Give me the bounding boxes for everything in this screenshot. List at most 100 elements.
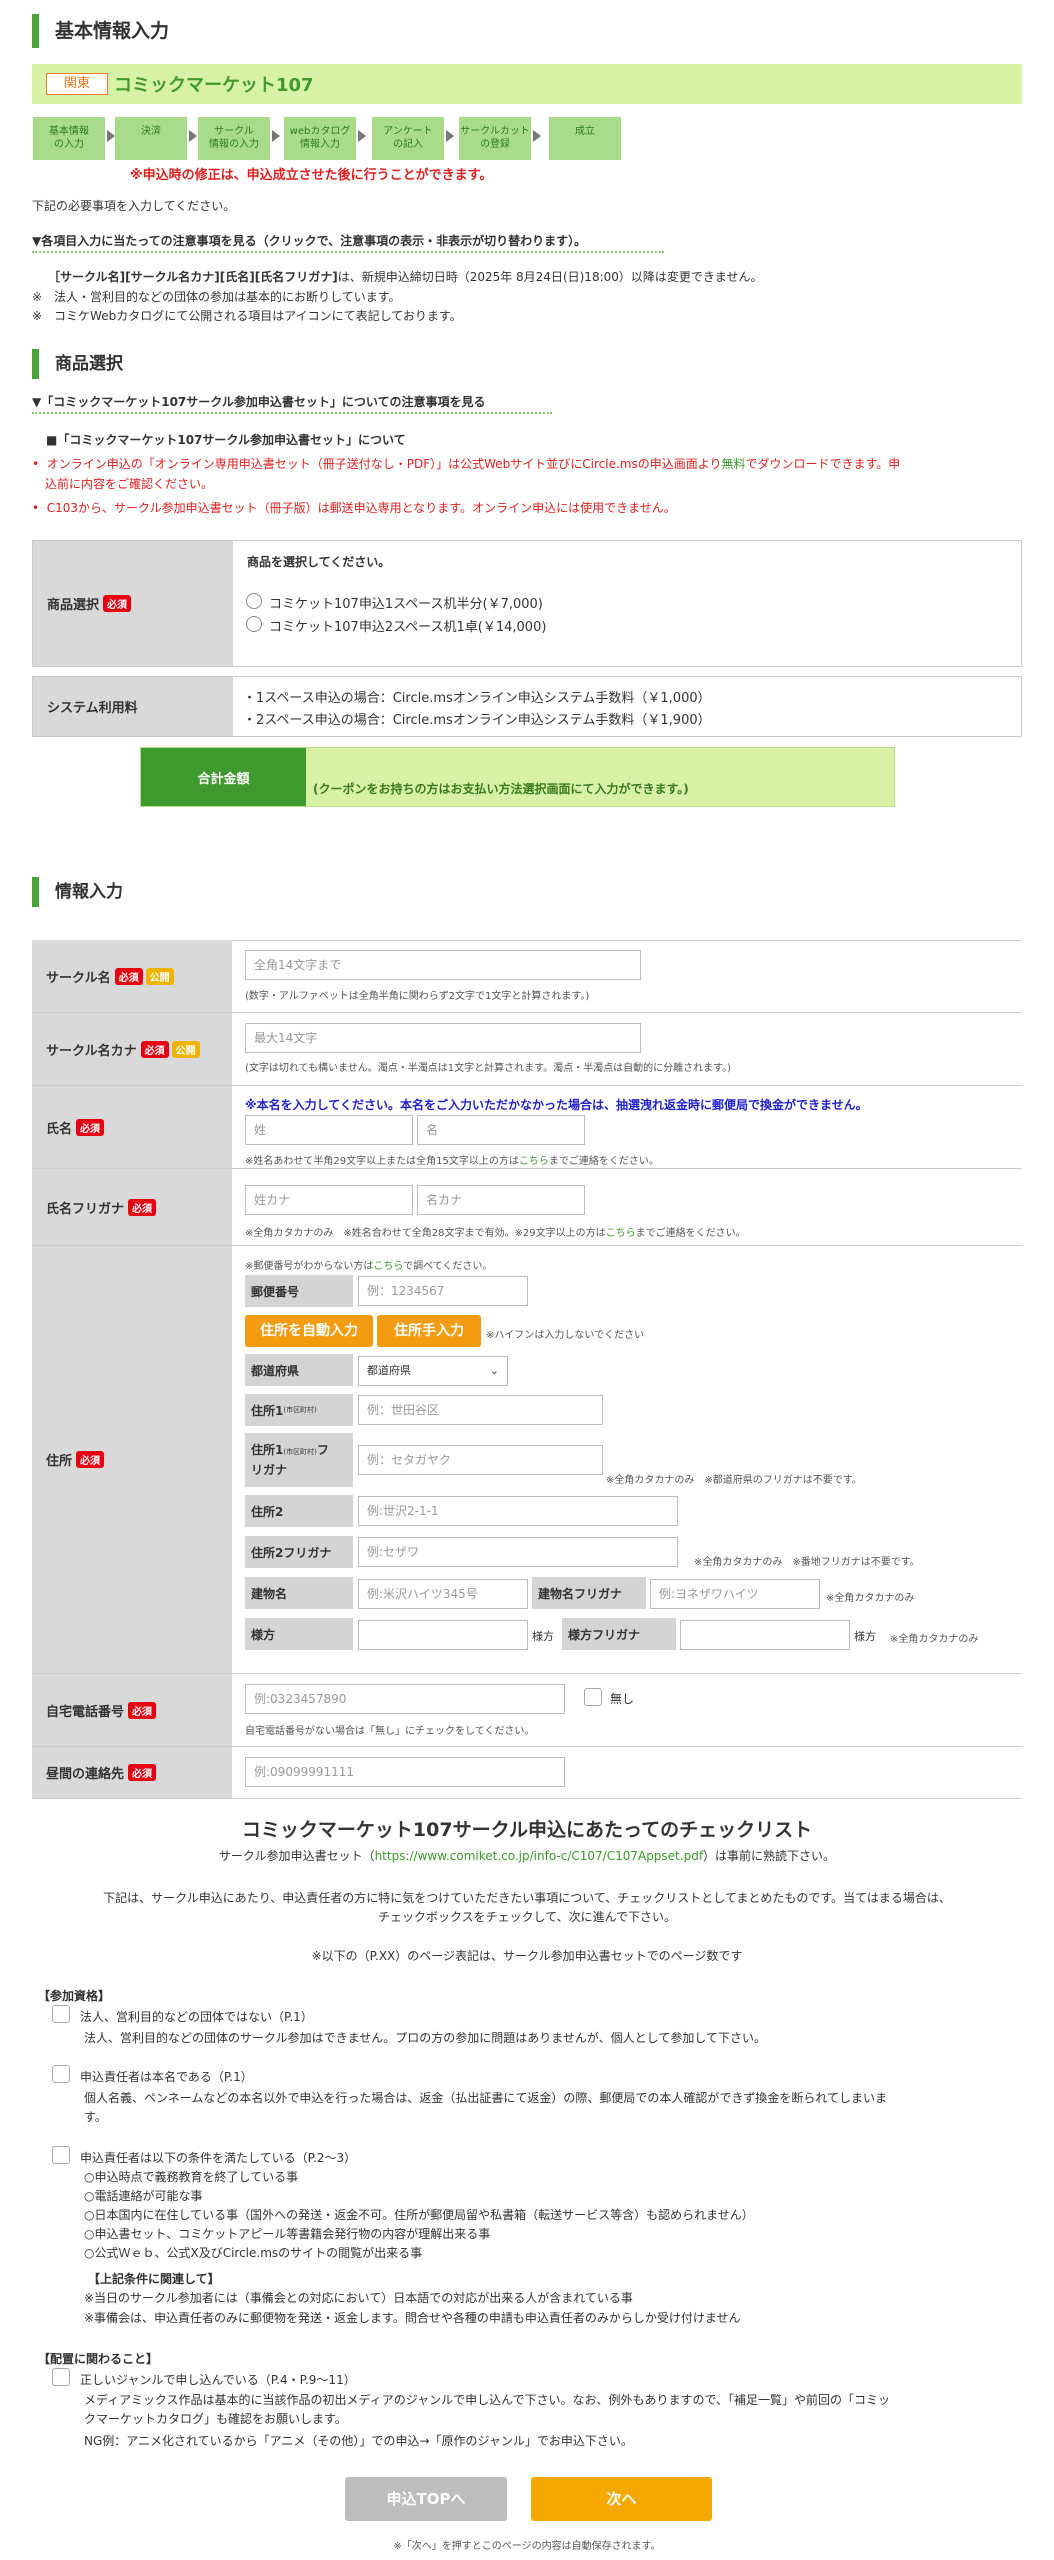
auto-address-button[interactable]: 住所を自動入力 [245, 1315, 373, 1347]
last-name-input[interactable]: 姓 [245, 1115, 413, 1145]
step-arrow-icon [533, 130, 541, 142]
first-name-input[interactable]: 名 [417, 1115, 585, 1145]
building-kana-input[interactable]: 例:ヨネザワハイツ [650, 1579, 820, 1609]
condition-item: ○電話連絡が可能な事 [84, 2189, 203, 2203]
name-note: ※姓名あわせて半角29文字以上または全角15文字以上の方はこちらまでご連絡をくだ… [245, 1156, 659, 1167]
product-select-label: 商品選択 必須 [33, 541, 233, 666]
check-corporate[interactable] [52, 2005, 70, 2023]
zip-input[interactable]: 例：1234567 [358, 1276, 528, 1306]
check-conditions-sub: 【上記条件に関連して】 [88, 2272, 220, 2286]
care-of-kana-note: ※全角カタカナのみ [890, 1634, 979, 1645]
notes-line2: ※ 法人・営利目的などの団体の参加は基本的にお断りしています。 [32, 290, 401, 304]
furigana-row: 氏名フリガナ 必須 姓カナ 名カナ ※全角カタカナのみ ※姓名合わせて全角28文字… [32, 1169, 1022, 1246]
check-genre-body1: メディアミックス作品は基本的に当該作品の初出メディアのジャンルで申し込んで下さい… [84, 2393, 891, 2407]
check-genre-body2: クマーケットカタログ」も確認をお願いします。 [84, 2412, 347, 2426]
total-row: 合計金額 (クーポンをお持ちの方はお支払い方法選択画面にて入力ができます。) [140, 747, 895, 807]
autosave-note: ※「次へ」を押すとこのページの内容は自動保存されます。 [393, 2541, 661, 2552]
apply-top-button[interactable]: 申込TOPへ [345, 2477, 507, 2521]
furigana-label: 氏名フリガナ 必須 [32, 1169, 232, 1245]
prefecture-select[interactable]: 都道府県 ⌄ [358, 1356, 508, 1386]
checklist-section1: 【参加資格】 [38, 1989, 111, 2003]
checklist-subtitle: サークル参加申込書セット（https://www.comiket.co.jp/i… [218, 1849, 836, 1863]
circle-kana-input[interactable]: 最大14文字 [245, 1023, 641, 1053]
system-fee-1: ・1スペース申込の場合：Circle.msオンライン申込システム手数料（￥1,0… [243, 691, 711, 706]
checklist-desc2: チェックボックスをチェックして、次に進んで下さい。 [377, 1910, 677, 1924]
check-genre[interactable] [52, 2368, 70, 2386]
total-note: (クーポンをお持ちの方はお支払い方法選択画面にて入力ができます。) [313, 782, 689, 796]
building-input[interactable]: 例:米沢ハイツ345号 [358, 1579, 528, 1609]
name-label: 氏名 必須 [32, 1086, 232, 1168]
day-contact-row: 昼間の連絡先 必須 例:09099991111 [32, 1747, 1022, 1799]
system-fee-label: システム利用料 [33, 677, 233, 736]
zip-lookup-note: ※郵便番号がわからない方はこちらで調べてください。 [245, 1261, 493, 1272]
hyphen-note: ※ハイフンは入力しないでください [486, 1330, 645, 1341]
day-contact-label: 昼間の連絡先 必須 [32, 1747, 232, 1798]
product-box-title: ■「コミックマーケット107サークル参加申込書セット」について [46, 433, 406, 447]
care-of-kana-input[interactable] [680, 1620, 850, 1650]
day-contact-input[interactable]: 例:09099991111 [245, 1757, 565, 1787]
check-real-name-title: 申込責任者は本名である（P.1） [80, 2070, 253, 2084]
name-contact-link[interactable]: こちら [519, 1156, 549, 1167]
product-option2-radio[interactable] [246, 616, 262, 632]
address2-input[interactable]: 例:世沢2-1-1 [358, 1496, 678, 1526]
step-1: 基本情報 の入力 [33, 117, 105, 160]
step-arrow-icon [446, 130, 454, 142]
notes-line1: ［サークル名][サークル名カナ][氏名][氏名フリガナ]は、新規申込締切日時（2… [48, 270, 763, 284]
name-row: 氏名 必須 ※本名を入力してください。本名をご入力いただかなかった場合は、抽選洩れ… [32, 1086, 1022, 1169]
check-real-name[interactable] [52, 2065, 70, 2083]
checklist-title: コミックマーケット107サークル申込にあたってのチェックリスト [241, 1819, 813, 1841]
zip-label: 郵便番号 [245, 1275, 353, 1307]
address2-kana-input[interactable]: 例:セザワ [358, 1537, 678, 1567]
step-arrow-icon [358, 130, 366, 142]
care-of-kana-label: 様方フリガナ [562, 1618, 676, 1650]
address1-label: 住所1 (市区町村) [245, 1394, 353, 1426]
care-of-input[interactable] [358, 1620, 528, 1650]
home-phone-input[interactable]: 例:0323457890 [245, 1684, 565, 1714]
checklist-section2: 【配置に関わること】 [38, 2352, 159, 2366]
caution-toggle[interactable]: ▼各項目入力に当たっての注意事項を見る（クリックで、注意事項の表示・非表示が切り… [32, 232, 586, 249]
next-button[interactable]: 次へ [531, 2477, 712, 2521]
step-arrow-icon [272, 130, 280, 142]
no-home-phone-checkbox[interactable] [584, 1688, 602, 1706]
check-conditions-title: 申込責任者は以下の条件を満たしている（P.2～3） [80, 2151, 357, 2165]
care-of-label: 様方 [245, 1618, 353, 1650]
circle-name-note: (数字・アルファベットは全角半角に関わらず2文字で1文字と計算されます。) [245, 991, 590, 1002]
address1-input[interactable]: 例：世田谷区 [358, 1395, 603, 1425]
info-heading: 情報入力 [32, 877, 1022, 907]
last-kana-input[interactable]: 姓カナ [245, 1185, 413, 1215]
product-toggle[interactable]: ▼「コミックマーケット107サークル参加申込書セット」についての注意事項を見る [32, 393, 486, 410]
checklist-desc1: 下記は、サークル申込にあたり、申込責任者の方に特に気をつけていただきたい事項につ… [103, 1891, 951, 1905]
appset-pdf-link[interactable]: https://www.comiket.co.jp/info-c/C107/C1… [375, 1849, 703, 1863]
condition-item: ○申込時点で義務教育を終了している事 [84, 2170, 299, 2184]
step-2: 決済 [115, 117, 187, 160]
address2-label: 住所2 [245, 1495, 353, 1527]
home-phone-row: 自宅電話番号 必須 例:0323457890 無し 自宅電話番号がない場合は「無し… [32, 1674, 1022, 1747]
event-name: コミックマーケット107 [114, 75, 314, 96]
intro-text: 下記の必要事項を入力してください。 [32, 199, 236, 213]
furigana-contact-link[interactable]: こちら [606, 1228, 636, 1239]
product-option1-radio[interactable] [246, 593, 262, 609]
product-option1-label[interactable]: コミケット107申込1スペース机半分(￥7,000) [269, 593, 543, 612]
check-genre-body3: NG例：アニメ化されているから「アニメ（その他）」での申込→「原作のジャンル」で… [84, 2434, 633, 2448]
region-tag: 関東 [46, 73, 108, 95]
product-option2-label[interactable]: コミケット107申込2スペース机1卓(￥14,000) [269, 616, 546, 635]
building-kana-label: 建物名フリガナ [532, 1577, 646, 1609]
check-real-name-body1: 個人名義、ペンネームなどの本名以外で申込を行った場合は、返金（払出証書にて返金）… [84, 2091, 888, 2105]
condition-sub-item: ※事備会は、申込責任者のみに郵便物を発送・返金します。問合せや各種の申請も申込責… [84, 2311, 741, 2325]
no-home-phone-label[interactable]: 無し [610, 1690, 634, 1707]
name-warning: ※本名を入力してください。本名をご入力いただかなかった場合は、抽選洩れ返金時に郵… [245, 1098, 868, 1112]
system-fee-2: ・2スペース申込の場合：Circle.msオンライン申込システム手数料（￥1,9… [243, 713, 711, 728]
step-arrow-icon [189, 130, 197, 142]
care-of-suffix: 様方 [532, 1630, 554, 1643]
notes-line3: ※ コミケWebカタログにて公開される項目はアイコンにて表記しております。 [32, 309, 462, 323]
zip-lookup-link[interactable]: こちら [373, 1261, 403, 1272]
check-conditions[interactable] [52, 2146, 70, 2164]
circle-name-input[interactable]: 全角14文字まで [245, 950, 641, 980]
home-phone-note: 自宅電話番号がない場合は「無し」にチェックをしてください。 [245, 1726, 535, 1737]
condition-sub-item: ※当日のサークル参加者には（事備会との対応において）日本語での対応が出来る人が含… [84, 2291, 633, 2305]
first-kana-input[interactable]: 名カナ [417, 1185, 585, 1215]
step-7: 成立 [549, 117, 621, 160]
step-5: アンケート の記入 [372, 117, 444, 160]
address1-kana-input[interactable]: 例：セタガヤク [358, 1445, 603, 1475]
manual-address-button[interactable]: 住所手入力 [377, 1315, 481, 1347]
